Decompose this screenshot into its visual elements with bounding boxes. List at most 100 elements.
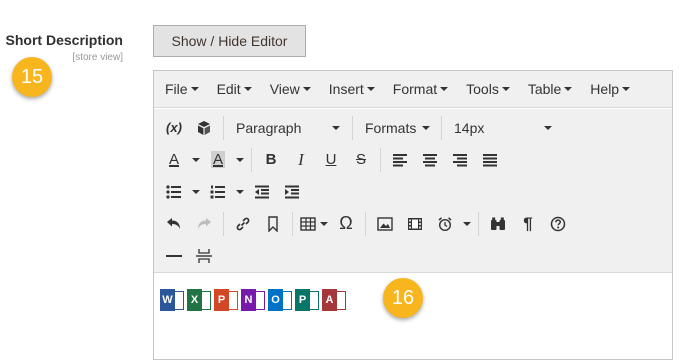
link-icon [236, 217, 250, 230]
menu-format[interactable]: Format [384, 71, 457, 107]
undo-button[interactable] [159, 210, 189, 238]
alarm-clock-icon [438, 216, 452, 231]
widget-icon [198, 120, 210, 135]
redo-button[interactable] [189, 210, 219, 238]
help-icon [550, 216, 566, 231]
menu-file[interactable]: File [156, 71, 208, 107]
numbered-list-button[interactable] [203, 178, 233, 206]
insert-anchor-button[interactable] [258, 210, 288, 238]
align-center-button[interactable] [415, 146, 445, 174]
scope-label: [store view] [72, 52, 123, 63]
show-hide-editor-button[interactable]: Show / Hide Editor [153, 25, 306, 57]
bullet-list-icon [166, 184, 181, 199]
italic-button[interactable]: I [286, 146, 316, 174]
insert-datetime-button[interactable] [430, 210, 460, 238]
horizontal-rule-icon [166, 254, 182, 257]
underline-button[interactable]: U [316, 146, 346, 174]
toolbar-divider [223, 115, 224, 140]
align-right-icon [453, 153, 467, 166]
numbered-list-icon [210, 185, 225, 198]
editor-menubar: File Edit View Insert Format Tools Table… [154, 71, 672, 108]
table-button[interactable] [297, 210, 331, 238]
menu-table[interactable]: Table [519, 71, 581, 107]
chevron-down-icon [320, 221, 328, 226]
show-blocks-button[interactable]: ¶ [513, 210, 543, 238]
bold-button[interactable]: B [256, 146, 286, 174]
table-icon [300, 216, 316, 231]
block-format-select[interactable]: Paragraph [228, 114, 348, 142]
insert-variable-button[interactable]: (x) [159, 114, 189, 142]
chevron-down-icon [463, 221, 471, 226]
step-badge-15: 15 [12, 57, 52, 97]
menu-tools[interactable]: Tools [457, 71, 519, 107]
outdent-icon [255, 185, 269, 198]
chevron-down-icon [422, 125, 431, 130]
align-justify-button[interactable] [475, 146, 505, 174]
undo-icon [167, 217, 180, 229]
find-replace-button[interactable] [483, 210, 513, 238]
page-break-icon [196, 248, 212, 263]
align-left-icon [393, 153, 407, 166]
bullet-list-dropdown[interactable] [189, 178, 203, 206]
chevron-down-icon [564, 87, 573, 91]
chevron-down-icon [440, 87, 449, 91]
font-color-button[interactable]: A [159, 146, 189, 174]
image-icon [377, 216, 393, 231]
chevron-down-icon [236, 189, 244, 194]
toolbar-divider [380, 147, 381, 172]
binoculars-icon [491, 217, 505, 230]
menu-edit[interactable]: Edit [208, 71, 261, 107]
formats-select[interactable]: Formats [357, 114, 437, 142]
outdent-button[interactable] [247, 178, 277, 206]
toolbar-row-2: A A B I U S [154, 144, 505, 175]
chevron-down-icon [366, 87, 375, 91]
excel-icon: X [187, 289, 211, 311]
insert-widget-button[interactable] [189, 114, 219, 142]
toolbar-divider [365, 211, 366, 236]
font-size-select[interactable]: 14px [446, 114, 560, 142]
insert-link-button[interactable] [228, 210, 258, 238]
toolbar-divider [352, 115, 353, 140]
strikethrough-button[interactable]: S [346, 146, 376, 174]
redo-icon [198, 217, 211, 229]
background-color-button[interactable]: A [203, 146, 233, 174]
font-color-dropdown[interactable] [189, 146, 203, 174]
align-right-button[interactable] [445, 146, 475, 174]
datetime-dropdown[interactable] [460, 210, 474, 238]
film-icon [408, 217, 422, 230]
chevron-down-icon [190, 87, 199, 91]
bullet-list-button[interactable] [159, 178, 189, 206]
horizontal-rule-button[interactable] [159, 242, 189, 270]
insert-media-button[interactable] [400, 210, 430, 238]
chevron-down-icon [236, 157, 244, 162]
page-break-button[interactable] [189, 242, 219, 270]
chevron-down-icon [332, 125, 340, 130]
background-color-dropdown[interactable] [233, 146, 247, 174]
outlook-icon: O [268, 289, 292, 311]
menu-help[interactable]: Help [581, 71, 639, 107]
toolbar-divider [223, 211, 224, 236]
editor-toolbar: (x) Paragraph Formats 14px A A B I U S Ω… [154, 109, 672, 273]
special-character-button[interactable]: Ω [331, 210, 361, 238]
chevron-down-icon [243, 87, 252, 91]
align-center-icon [423, 153, 437, 166]
powerpoint-icon: P [214, 289, 238, 311]
indent-button[interactable] [277, 178, 307, 206]
numbered-list-dropdown[interactable] [233, 178, 247, 206]
toolbar-row-3 [154, 176, 307, 207]
chevron-down-icon [302, 87, 311, 91]
chevron-down-icon [622, 87, 631, 91]
chevron-down-icon [501, 87, 510, 91]
help-button[interactable] [543, 210, 573, 238]
toolbar-divider [441, 115, 442, 140]
access-icon: A [322, 289, 346, 311]
menu-insert[interactable]: Insert [320, 71, 384, 107]
step-badge-16: 16 [383, 278, 423, 318]
field-label: Short Description [5, 32, 123, 48]
align-left-button[interactable] [385, 146, 415, 174]
menu-view[interactable]: View [261, 71, 320, 107]
toolbar-divider [478, 211, 479, 236]
toolbar-divider [292, 211, 293, 236]
word-icon: W [160, 289, 184, 311]
insert-image-button[interactable] [370, 210, 400, 238]
